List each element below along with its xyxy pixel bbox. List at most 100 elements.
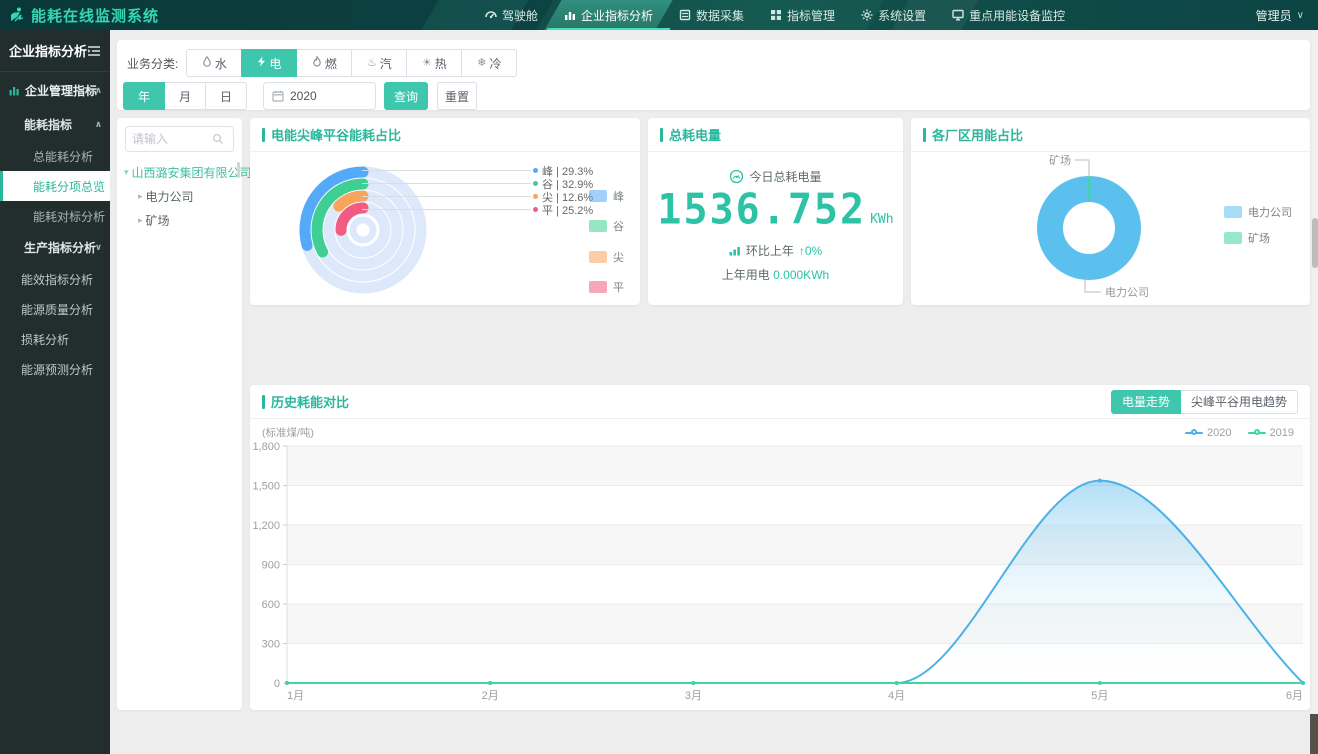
database-icon [679,9,691,21]
sidebar-item-energy-efficiency-analysis[interactable]: 能效指标分析 [0,264,110,294]
period-day-tab[interactable]: 日 [205,82,247,110]
arc-label: 平 | 25.2% [362,203,614,216]
nav-item-enterprise-analysis[interactable]: 企业指标分析 [551,0,666,30]
tree-scrollbar-thumb[interactable] [237,162,240,178]
page-scrollbar-thumb[interactable] [1312,218,1318,268]
user-menu[interactable]: 管理员 ∨ [1256,0,1304,30]
svg-text:3月: 3月 [685,690,702,702]
period-month-tab[interactable]: 月 [164,82,206,110]
peak-valley-title: 电能尖峰平谷能耗占比 [271,125,401,144]
today-kwh-value: 1536.752 [657,186,866,234]
svg-text:600: 600 [262,599,280,611]
nav-item-key-equipment-monitoring[interactable]: 重点用能设备监控 [939,0,1078,30]
search-icon [212,133,224,145]
category-electricity-button[interactable]: 电 [241,49,297,77]
legend-item[interactable]: 尖 [589,249,624,265]
sidebar-item-total-energy-analysis[interactable]: 总能耗分析 [0,141,110,171]
total-title: 总耗电量 [669,125,721,144]
sidebar-item-energy-indicators[interactable]: 能耗指标 ∧ [0,108,110,141]
legend-item[interactable]: 峰 [589,188,624,204]
svg-text:电力公司: 电力公司 [1105,286,1149,299]
chevron-down-icon: ∨ [95,242,102,253]
rose-chart-legend: 峰谷尖平 [589,188,624,295]
nav-item-cockpit[interactable]: 驾驶舱 [472,0,551,30]
top-menu: 驾驶舱 企业指标分析 数据采集 指标管理 系统设置 重点用能设备监控 [472,0,1078,30]
sidebar-item-production-indicator-analysis[interactable]: 生产指标分析 ∨ [0,231,110,264]
sidebar-item-energy-benchmark-analysis[interactable]: 能耗对标分析 [0,201,110,231]
collapse-menu-icon[interactable] [87,45,101,57]
svg-text:2月: 2月 [482,690,499,702]
category-heat-button[interactable]: ☀ 热 [406,49,462,77]
signal-bars-icon [729,245,741,256]
date-input[interactable] [290,89,360,103]
reset-button[interactable]: 重置 [437,82,477,110]
tree-search-box[interactable] [125,126,234,152]
y-axis-unit-label: (标准煤/吨) [262,425,314,440]
category-steam-button[interactable]: ♨ 汽 [351,49,407,77]
date-picker[interactable] [263,82,376,110]
title-bar [660,128,663,142]
tree-search-input[interactable] [132,132,212,146]
query-button[interactable]: 查询 [384,82,428,110]
yoy-label: 环比上年 [746,242,794,259]
chevron-down-icon: ∨ [1297,10,1304,21]
plant-share-title: 各厂区用能占比 [932,125,1023,144]
today-label: 今日总耗电量 [749,168,821,185]
sidebar-item-enterprise-mgmt-indicators[interactable]: 企业管理指标 ∧ [0,72,110,108]
line-chart-legend: 2020 2019 [1185,427,1294,439]
yoy-value: ↑0% [799,244,822,258]
legend-item[interactable]: 平 [589,279,624,295]
caret-right-icon: ▸ [138,215,143,226]
fuel-icon [312,56,322,70]
legend-item[interactable]: 矿场 [1224,230,1292,246]
category-fuel-button[interactable]: 燃 [296,49,352,77]
tab-electricity-trend[interactable]: 电量走势 [1111,390,1181,414]
logo-icon [8,6,26,24]
tree-node-power-company[interactable]: ▸ 电力公司 [117,184,242,208]
svg-text:矿场: 矿场 [1049,153,1071,167]
category-water-button[interactable]: 水 [186,49,242,77]
nav-item-system-settings[interactable]: 系统设置 [848,0,939,30]
app-logo: 能耗在线监测系统 [8,0,159,30]
rose-chart-labels: 峰 | 29.3%谷 | 32.9%尖 | 12.6%平 | 25.2% [362,164,614,216]
page-scrollbar-track[interactable] [1312,30,1318,754]
tab-peak-valley-trend[interactable]: 尖峰平谷用电趋势 [1180,390,1298,414]
electricity-icon [257,56,266,70]
svg-text:6月: 6月 [1286,690,1303,702]
legend-item-2020[interactable]: 2020 [1185,427,1231,439]
category-cold-button[interactable]: ❄ 冷 [461,49,517,77]
tree-node-root[interactable]: ▾ 山西潞安集团有限公司 [117,160,242,184]
sidebar-item-loss-analysis[interactable]: 损耗分析 [0,324,110,354]
total-consumption-card: 总耗电量 今日总耗电量 1536.752 KWh 环比上年 ↑0% 上年用电 0… [648,118,903,305]
legend-item[interactable]: 电力公司 [1224,204,1292,220]
svg-text:5月: 5月 [1091,690,1108,702]
peak-valley-card: 电能尖峰平谷能耗占比 峰 | 29.3%谷 | 32.9%尖 | 12.6%平 … [250,118,640,305]
title-bar [262,128,265,142]
nav-item-indicator-management[interactable]: 指标管理 [757,0,848,30]
water-icon [202,56,212,70]
period-tab-group: 年 月 日 [123,82,247,110]
kwh-unit: KWh [870,212,893,227]
period-year-tab[interactable]: 年 [123,82,165,110]
title-bar [262,395,265,409]
legend-item[interactable]: 谷 [589,218,624,234]
org-tree-panel: ▾ 山西潞安集团有限公司 ▸ 电力公司 ▸ 矿场 [117,118,242,710]
svg-text:1月: 1月 [287,690,304,702]
legend-item-2019[interactable]: 2019 [1248,427,1294,439]
filter-panel: 业务分类: 水 电 燃 ♨ 汽 ☀ 热 ❄ [117,40,1310,110]
top-navbar: 能耗在线监测系统 驾驶舱 企业指标分析 数据采集 指标管理 系统设置 重点用能设… [0,0,1318,30]
app-title: 能耗在线监测系统 [31,5,159,26]
bottom-right-widget[interactable] [1310,714,1318,754]
plant-share-card: 各厂区用能占比 矿场电力公司 电力公司矿场 [911,118,1310,305]
nav-item-data-collection[interactable]: 数据采集 [666,0,757,30]
last-year-label: 上年用电 [722,268,770,282]
category-label: 业务分类: [127,55,178,72]
svg-text:0: 0 [274,678,280,690]
gear-icon [861,9,873,21]
sidebar-item-energy-quality-analysis[interactable]: 能源质量分析 [0,294,110,324]
tree-node-mine[interactable]: ▸ 矿场 [117,208,242,232]
sidebar-item-energy-breakdown-overview[interactable]: 能耗分项总览 [0,171,110,201]
chevron-up-icon: ∧ [95,119,102,130]
chevron-up-icon: ∧ [95,85,102,96]
sidebar-item-energy-forecast-analysis[interactable]: 能源预测分析 [0,354,110,384]
